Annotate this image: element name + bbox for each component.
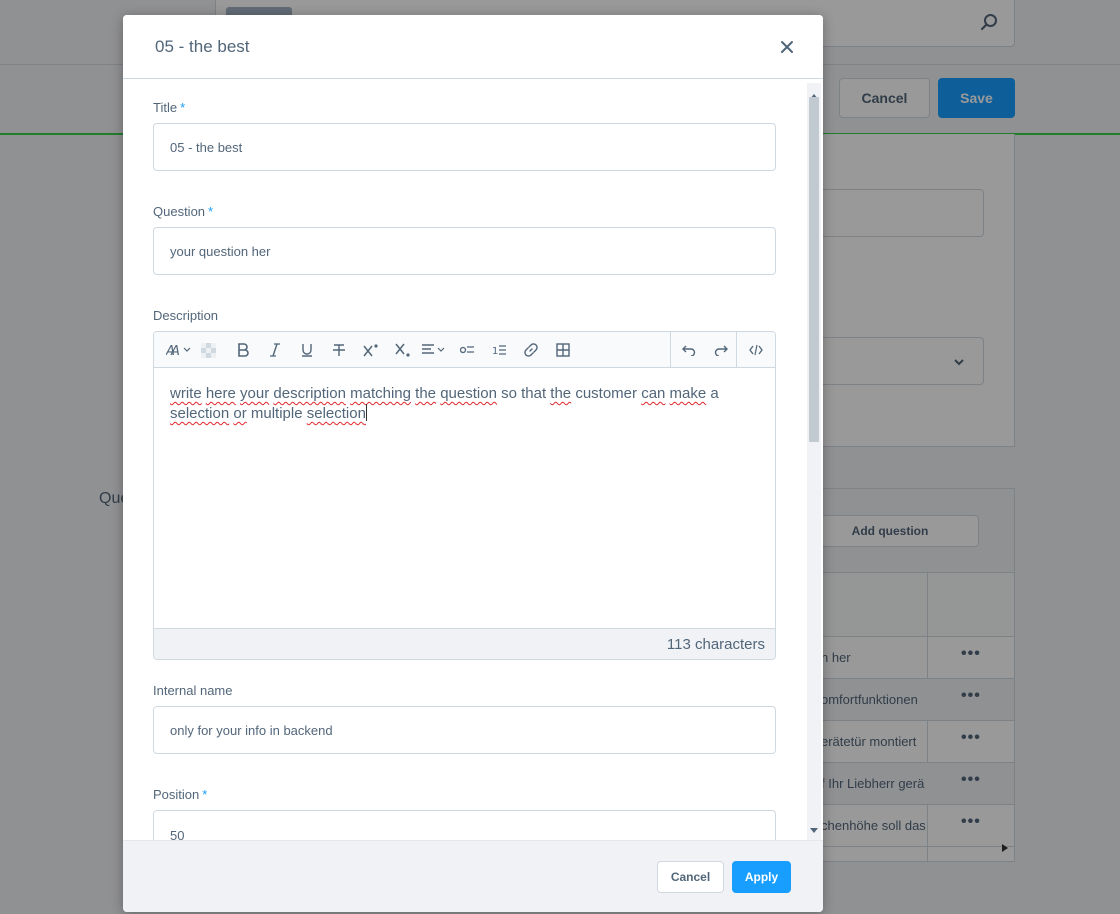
close-icon[interactable] [779,39,795,55]
question-input-value: your question her [170,243,271,259]
question-label-text: Question [153,204,206,219]
misspelled-word: here [205,385,236,402]
scrollbar-thumb[interactable] [809,97,819,442]
title-input-value: 05 - the best [170,139,243,155]
internal-name-label: Internal name [153,683,233,698]
misspelled-word: selection [170,405,230,422]
italic-icon[interactable] [260,332,290,368]
misspelled-word: description [273,385,346,402]
subscript-icon[interactable] [388,332,418,368]
underline-icon[interactable] [292,332,322,368]
bold-icon[interactable] [228,332,258,368]
svg-text:A: A [170,344,180,357]
internal-name-input[interactable]: only for your info in backend [153,706,776,754]
character-count: 113 characters [666,636,765,653]
position-input[interactable]: 50 [153,810,776,840]
misspelled-word: your [240,385,270,402]
position-label-text: Position [153,787,200,802]
modal-footer: Cancel Apply [123,840,823,912]
description-text: a [706,385,719,402]
cancel-button[interactable]: Cancel [657,861,724,893]
description-label-text: Description [153,308,219,323]
apply-button[interactable]: Apply [732,861,791,893]
description-text: customer [571,385,642,402]
misspelled-word: the [415,385,437,402]
misspelled-word: matching [350,385,411,402]
required-marker: * [202,787,208,802]
misspelled-word: selection [306,405,366,422]
misspelled-word: can [641,385,666,402]
required-marker: * [180,100,186,115]
numbered-list-icon[interactable]: 1 [484,332,514,368]
table-icon[interactable] [548,332,578,368]
misspelled-word: or [233,405,247,422]
link-icon[interactable] [516,332,546,368]
undo-icon[interactable] [674,332,704,368]
required-marker: * [208,204,214,219]
superscript-icon[interactable] [356,332,386,368]
misspelled-word: the [550,385,572,402]
align-icon[interactable] [418,332,452,368]
modal-header: 05 - the best [123,15,823,79]
bullet-list-icon[interactable] [452,332,482,368]
position-input-value: 50 [170,828,185,840]
description-label: Description [153,308,218,323]
modal-body: Title * 05 - the best Question * your ques… [123,80,823,840]
position-label: Position * [153,787,207,802]
description-text: multiple [246,405,307,422]
internal-name-input-value: only for your info in backend [170,722,333,738]
misspelled-word: question [440,385,497,402]
misspelled-word: make [669,385,707,402]
toolbar-divider [736,332,737,368]
title-input[interactable]: 05 - the best [153,123,776,171]
edit-question-modal: 05 - the best Title * 05 - the best Quest… [123,15,823,912]
modal-title: 05 - the best [155,37,250,56]
description-text: so that [496,385,551,402]
description-content[interactable]: write here your description matching the… [170,384,760,424]
internal-name-label-text: Internal name [153,683,233,698]
svg-text:1: 1 [492,346,498,356]
editor-toolbar: AA 1 [154,332,775,368]
toolbar-divider [670,332,671,368]
modal-scrollbar[interactable] [807,83,821,842]
description-editor: AA 1 write here your description matchin… [153,331,776,660]
question-input[interactable]: your question her [153,227,776,275]
text-caret [365,404,367,421]
scroll-down-icon[interactable] [810,821,818,839]
question-label: Question * [153,204,213,219]
misspelled-word: write [170,385,202,402]
background-color-icon[interactable] [193,332,223,368]
title-label: Title * [153,100,185,115]
text-style-icon[interactable]: AA [162,332,196,368]
title-label-text: Title [153,100,178,115]
redo-icon[interactable] [706,332,736,368]
strikethrough-icon[interactable] [324,332,354,368]
editor-footer: 113 characters [154,628,775,659]
code-view-icon[interactable] [741,332,771,368]
